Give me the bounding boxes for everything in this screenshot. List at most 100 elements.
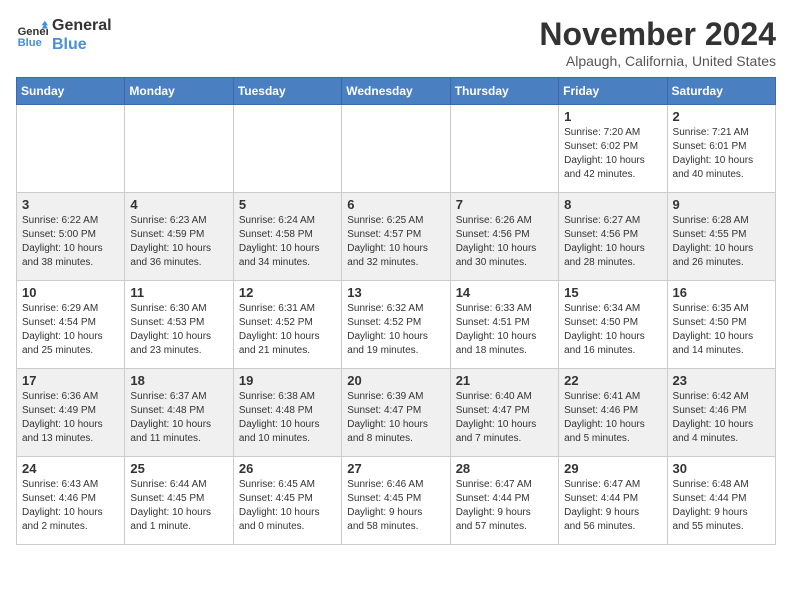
calendar-cell — [450, 105, 558, 193]
calendar-cell: 26Sunrise: 6:45 AM Sunset: 4:45 PM Dayli… — [233, 457, 341, 545]
weekday-header: Friday — [559, 78, 667, 105]
day-info: Sunrise: 6:47 AM Sunset: 4:44 PM Dayligh… — [456, 478, 553, 534]
day-number: 21 — [456, 373, 553, 388]
day-number: 19 — [239, 373, 336, 388]
day-number: 12 — [239, 285, 336, 300]
calendar-cell: 15 Sunrise: 6:34 AM Sunset: 4:50 PM Dayli… — [559, 281, 667, 369]
day-info: Sunrise: 6:34 AM Sunset: 4:50 PM Dayligh… — [564, 302, 661, 358]
day-info: Sunrise: 6:42 AM Sunset: 4:46 PM Dayligh… — [673, 390, 770, 446]
day-number: 10 — [22, 285, 119, 300]
day-number: 23 — [673, 373, 770, 388]
logo-icon: General Blue — [16, 19, 48, 51]
calendar-cell: 5 Sunrise: 6:24 AM Sunset: 4:58 PM Daylig… — [233, 193, 341, 281]
day-number: 6 — [347, 197, 444, 212]
day-number: 13 — [347, 285, 444, 300]
calendar-cell: 17 Sunrise: 6:36 AM Sunset: 4:49 PM Dayli… — [17, 369, 125, 457]
calendar-header-row: SundayMondayTuesdayWednesdayThursdayFrid… — [17, 78, 776, 105]
day-info: Sunrise: 6:48 AM Sunset: 4:44 PM Dayligh… — [673, 478, 770, 534]
calendar-cell: 10Sunrise: 6:29 AM Sunset: 4:54 PM Dayli… — [17, 281, 125, 369]
month-title: November 2024 — [539, 16, 776, 53]
day-number: 9 — [673, 197, 770, 212]
weekday-header: Wednesday — [342, 78, 450, 105]
calendar-cell: 28Sunrise: 6:47 AM Sunset: 4:44 PM Dayli… — [450, 457, 558, 545]
day-number: 29 — [564, 461, 661, 476]
calendar-cell: 16Sunrise: 6:35 AM Sunset: 4:50 PM Dayli… — [667, 281, 775, 369]
calendar-cell: 22 Sunrise: 6:41 AM Sunset: 4:46 PM Dayli… — [559, 369, 667, 457]
calendar-cell: 4Sunrise: 6:23 AM Sunset: 4:59 PM Daylig… — [125, 193, 233, 281]
day-info: Sunrise: 7:21 AM Sunset: 6:01 PM Dayligh… — [673, 126, 770, 182]
calendar-cell: 24Sunrise: 6:43 AM Sunset: 4:46 PM Dayli… — [17, 457, 125, 545]
day-number: 7 — [456, 197, 553, 212]
day-info: Sunrise: 6:37 AM Sunset: 4:48 PM Dayligh… — [130, 390, 227, 446]
logo: General Blue General Blue — [16, 16, 112, 54]
weekday-header: Tuesday — [233, 78, 341, 105]
weekday-header: Monday — [125, 78, 233, 105]
calendar-cell — [17, 105, 125, 193]
day-info: Sunrise: 6:28 AM Sunset: 4:55 PM Dayligh… — [673, 214, 770, 270]
day-info: Sunrise: 6:26 AM Sunset: 4:56 PM Dayligh… — [456, 214, 553, 270]
day-number: 27 — [347, 461, 444, 476]
day-number: 18 — [130, 373, 227, 388]
logo-general: General — [52, 16, 112, 35]
calendar-cell — [233, 105, 341, 193]
calendar-cell: 27Sunrise: 6:46 AM Sunset: 4:45 PM Dayli… — [342, 457, 450, 545]
day-number: 17 — [22, 373, 119, 388]
calendar-cell: 20 Sunrise: 6:39 AM Sunset: 4:47 PM Dayli… — [342, 369, 450, 457]
calendar-cell: 13 Sunrise: 6:32 AM Sunset: 4:52 PM Dayli… — [342, 281, 450, 369]
calendar-cell: 9 Sunrise: 6:28 AM Sunset: 4:55 PM Daylig… — [667, 193, 775, 281]
day-number: 25 — [130, 461, 227, 476]
day-info: Sunrise: 6:36 AM Sunset: 4:49 PM Dayligh… — [22, 390, 119, 446]
day-number: 30 — [673, 461, 770, 476]
title-area: November 2024 Alpaugh, California, Unite… — [539, 16, 776, 69]
day-number: 14 — [456, 285, 553, 300]
calendar-cell: 25Sunrise: 6:44 AM Sunset: 4:45 PM Dayli… — [125, 457, 233, 545]
day-info: Sunrise: 6:39 AM Sunset: 4:47 PM Dayligh… — [347, 390, 444, 446]
day-info: Sunrise: 6:25 AM Sunset: 4:57 PM Dayligh… — [347, 214, 444, 270]
calendar-cell: 18 Sunrise: 6:37 AM Sunset: 4:48 PM Dayli… — [125, 369, 233, 457]
day-info: Sunrise: 6:41 AM Sunset: 4:46 PM Dayligh… — [564, 390, 661, 446]
day-number: 24 — [22, 461, 119, 476]
day-info: Sunrise: 6:47 AM Sunset: 4:44 PM Dayligh… — [564, 478, 661, 534]
day-number: 22 — [564, 373, 661, 388]
calendar-week-row: 10Sunrise: 6:29 AM Sunset: 4:54 PM Dayli… — [17, 281, 776, 369]
calendar-cell: 11Sunrise: 6:30 AM Sunset: 4:53 PM Dayli… — [125, 281, 233, 369]
calendar-week-row: 1 Sunrise: 7:20 AM Sunset: 6:02 PM Daylig… — [17, 105, 776, 193]
day-number: 11 — [130, 285, 227, 300]
day-number: 26 — [239, 461, 336, 476]
calendar-cell — [342, 105, 450, 193]
calendar-cell: 1 Sunrise: 7:20 AM Sunset: 6:02 PM Daylig… — [559, 105, 667, 193]
day-info: Sunrise: 6:40 AM Sunset: 4:47 PM Dayligh… — [456, 390, 553, 446]
day-number: 20 — [347, 373, 444, 388]
calendar-cell: 29 Sunrise: 6:47 AM Sunset: 4:44 PM Dayli… — [559, 457, 667, 545]
calendar-cell: 14 Sunrise: 6:33 AM Sunset: 4:51 PM Dayli… — [450, 281, 558, 369]
calendar-table: SundayMondayTuesdayWednesdayThursdayFrid… — [16, 77, 776, 545]
weekday-header: Saturday — [667, 78, 775, 105]
calendar-cell: 30 Sunrise: 6:48 AM Sunset: 4:44 PM Dayli… — [667, 457, 775, 545]
calendar-cell — [125, 105, 233, 193]
day-number: 2 — [673, 109, 770, 124]
calendar-cell: 3Sunrise: 6:22 AM Sunset: 5:00 PM Daylig… — [17, 193, 125, 281]
calendar-cell: 19 Sunrise: 6:38 AM Sunset: 4:48 PM Dayli… — [233, 369, 341, 457]
day-number: 3 — [22, 197, 119, 212]
day-number: 5 — [239, 197, 336, 212]
calendar-cell: 7 Sunrise: 6:26 AM Sunset: 4:56 PM Daylig… — [450, 193, 558, 281]
day-info: Sunrise: 6:24 AM Sunset: 4:58 PM Dayligh… — [239, 214, 336, 270]
weekday-header: Sunday — [17, 78, 125, 105]
day-info: Sunrise: 6:33 AM Sunset: 4:51 PM Dayligh… — [456, 302, 553, 358]
day-info: Sunrise: 6:23 AM Sunset: 4:59 PM Dayligh… — [130, 214, 227, 270]
day-info: Sunrise: 7:20 AM Sunset: 6:02 PM Dayligh… — [564, 126, 661, 182]
calendar-cell: 12 Sunrise: 6:31 AM Sunset: 4:52 PM Dayli… — [233, 281, 341, 369]
calendar-cell: 8Sunrise: 6:27 AM Sunset: 4:56 PM Daylig… — [559, 193, 667, 281]
calendar-cell: 23 Sunrise: 6:42 AM Sunset: 4:46 PM Dayli… — [667, 369, 775, 457]
day-number: 16 — [673, 285, 770, 300]
day-number: 1 — [564, 109, 661, 124]
calendar-cell: 21 Sunrise: 6:40 AM Sunset: 4:47 PM Dayli… — [450, 369, 558, 457]
day-info: Sunrise: 6:38 AM Sunset: 4:48 PM Dayligh… — [239, 390, 336, 446]
day-number: 8 — [564, 197, 661, 212]
calendar-week-row: 3Sunrise: 6:22 AM Sunset: 5:00 PM Daylig… — [17, 193, 776, 281]
day-info: Sunrise: 6:32 AM Sunset: 4:52 PM Dayligh… — [347, 302, 444, 358]
day-info: Sunrise: 6:31 AM Sunset: 4:52 PM Dayligh… — [239, 302, 336, 358]
day-number: 15 — [564, 285, 661, 300]
svg-text:Blue: Blue — [18, 37, 42, 49]
calendar-week-row: 24Sunrise: 6:43 AM Sunset: 4:46 PM Dayli… — [17, 457, 776, 545]
